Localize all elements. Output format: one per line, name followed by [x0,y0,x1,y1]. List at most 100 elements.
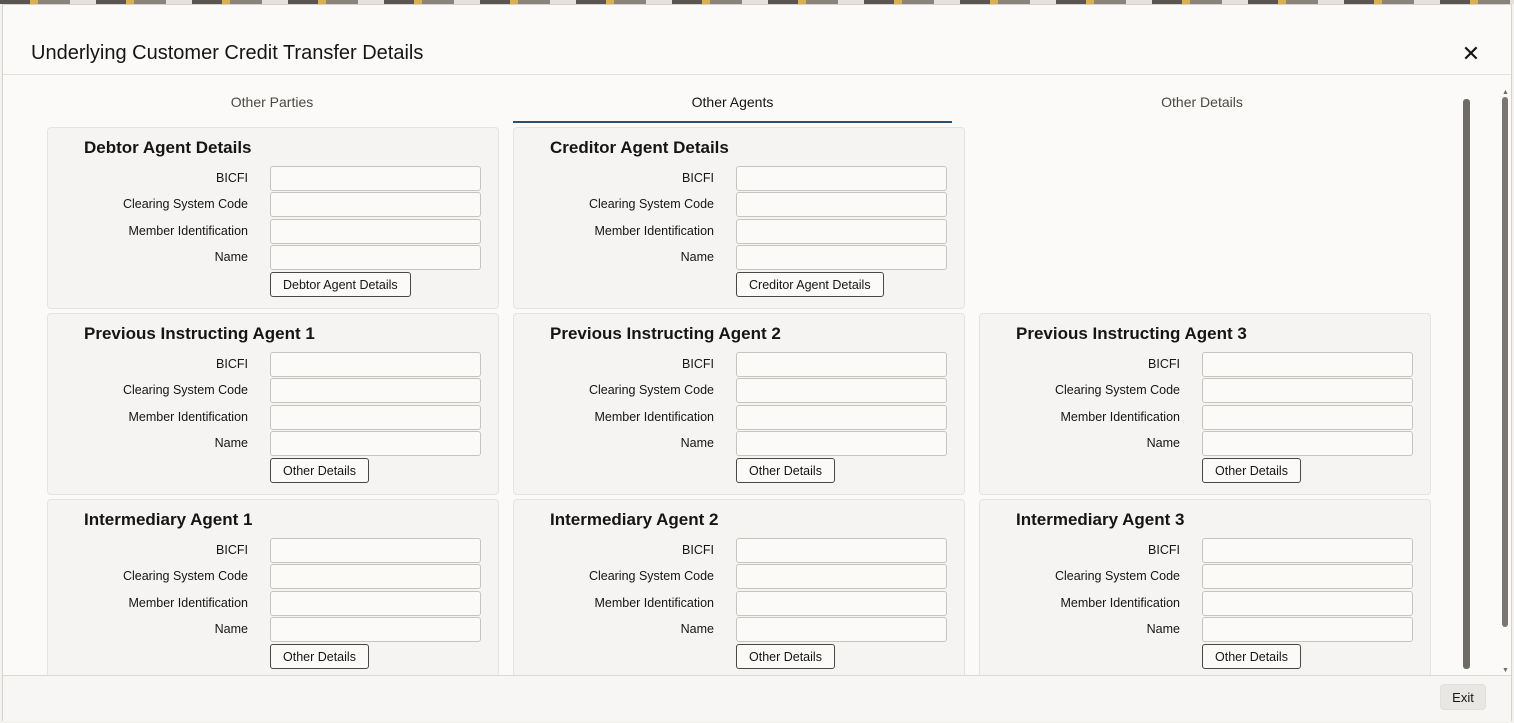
agents-content: Debtor Agent Details BICFI Clearing Syst… [3,127,1465,677]
clearing-system-code-label: Clearing System Code [588,383,714,397]
debtor-agent-details-button[interactable]: Debtor Agent Details [270,272,411,297]
member-identification-input[interactable] [736,591,947,616]
panel-title: Previous Instructing Agent 2 [550,324,781,343]
name-input[interactable] [1202,617,1413,642]
name-input[interactable] [270,245,481,270]
clearing-system-code-input[interactable] [736,564,947,589]
other-details-button[interactable]: Other Details [270,644,369,669]
other-details-button[interactable]: Other Details [736,644,835,669]
bicfi-input[interactable] [270,166,481,191]
close-icon[interactable]: ✕ [1458,41,1484,67]
intermediary-agent-3-panel: Intermediary Agent 3 BICFI Clearing Syst… [979,499,1431,677]
name-input[interactable] [736,617,947,642]
name-label: Name [680,622,714,636]
bicfi-input[interactable] [1202,352,1413,377]
member-identification-label: Member Identification [128,410,248,424]
bicfi-label: BICFI [216,357,248,371]
clearing-system-code-input[interactable] [270,192,481,217]
name-input[interactable] [270,617,481,642]
clearing-system-code-input[interactable] [736,192,947,217]
bicfi-input[interactable] [736,166,947,191]
intermediary-agent-1-panel: Intermediary Agent 1 BICFI Clearing Syst… [47,499,499,677]
name-label: Name [214,622,248,636]
bicfi-label: BICFI [682,543,714,557]
bicfi-label: BICFI [216,543,248,557]
dialog-footer: Exit [3,675,1511,722]
clearing-system-code-label: Clearing System Code [122,197,248,211]
member-identification-input[interactable] [270,219,481,244]
panel-title: Creditor Agent Details [550,138,729,157]
bicfi-label: BICFI [1148,543,1180,557]
name-label: Name [680,250,714,264]
credit-transfer-dialog: Underlying Customer Credit Transfer Deta… [2,4,1512,722]
bicfi-input[interactable] [736,538,947,563]
name-input[interactable] [1202,431,1413,456]
name-input[interactable] [270,431,481,456]
clearing-system-code-label: Clearing System Code [122,569,248,583]
member-identification-input[interactable] [1202,405,1413,430]
creditor-agent-details-button[interactable]: Creditor Agent Details [736,272,884,297]
member-identification-label: Member Identification [128,596,248,610]
bicfi-label: BICFI [682,171,714,185]
member-identification-input[interactable] [736,405,947,430]
tab-other-parties[interactable]: Other Parties [47,87,497,123]
member-identification-input[interactable] [1202,591,1413,616]
outer-scrollbar[interactable]: ▲ ▼ [1501,89,1511,679]
outer-scrollbar-thumb[interactable] [1502,97,1508,627]
member-identification-input[interactable] [270,405,481,430]
member-identification-label: Member Identification [1060,410,1180,424]
clearing-system-code-input[interactable] [1202,564,1413,589]
creditor-agent-panel: Creditor Agent Details BICFI Clearing Sy… [513,127,965,309]
panel-title: Debtor Agent Details [84,138,252,157]
panel-title: Previous Instructing Agent 3 [1016,324,1247,343]
clearing-system-code-input[interactable] [270,378,481,403]
bicfi-input[interactable] [736,352,947,377]
panel-title: Previous Instructing Agent 1 [84,324,315,343]
previous-instructing-agent-3-panel: Previous Instructing Agent 3 BICFI Clear… [979,313,1431,495]
exit-button[interactable]: Exit [1440,684,1486,710]
scroll-up-arrow-icon[interactable]: ▲ [1502,89,1509,96]
dialog-title: Underlying Customer Credit Transfer Deta… [31,42,424,64]
clearing-system-code-label: Clearing System Code [122,383,248,397]
bicfi-input[interactable] [270,538,481,563]
bicfi-input[interactable] [270,352,481,377]
clearing-system-code-label: Clearing System Code [588,569,714,583]
bicfi-label: BICFI [216,171,248,185]
tab-bar: Other Parties Other Agents Other Details [47,87,1437,123]
bicfi-input[interactable] [1202,538,1413,563]
tab-other-agents[interactable]: Other Agents [513,87,952,123]
name-label: Name [1146,436,1180,450]
other-details-button[interactable]: Other Details [270,458,369,483]
clearing-system-code-input[interactable] [1202,378,1413,403]
debtor-agent-panel: Debtor Agent Details BICFI Clearing Syst… [47,127,499,309]
name-label: Name [214,436,248,450]
name-input[interactable] [736,245,947,270]
panel-title: Intermediary Agent 1 [84,510,253,529]
other-details-button[interactable]: Other Details [1202,458,1301,483]
panel-title: Intermediary Agent 3 [1016,510,1185,529]
member-identification-label: Member Identification [128,224,248,238]
clearing-system-code-label: Clearing System Code [1054,569,1180,583]
inner-scrollbar-thumb[interactable] [1463,99,1470,669]
clearing-system-code-input[interactable] [270,564,481,589]
clearing-system-code-input[interactable] [736,378,947,403]
inner-scrollbar[interactable] [1462,93,1472,673]
scroll-down-arrow-icon[interactable]: ▼ [1502,667,1509,674]
panel-title: Intermediary Agent 2 [550,510,719,529]
name-input[interactable] [736,431,947,456]
clearing-system-code-label: Clearing System Code [1054,383,1180,397]
member-identification-input[interactable] [736,219,947,244]
previous-instructing-agent-1-panel: Previous Instructing Agent 1 BICFI Clear… [47,313,499,495]
member-identification-label: Member Identification [594,410,714,424]
other-details-button[interactable]: Other Details [1202,644,1301,669]
dialog-header: Underlying Customer Credit Transfer Deta… [3,5,1511,75]
intermediary-agent-2-panel: Intermediary Agent 2 BICFI Clearing Syst… [513,499,965,677]
clearing-system-code-label: Clearing System Code [588,197,714,211]
member-identification-input[interactable] [270,591,481,616]
member-identification-label: Member Identification [1060,596,1180,610]
previous-instructing-agent-2-panel: Previous Instructing Agent 2 BICFI Clear… [513,313,965,495]
tab-other-details[interactable]: Other Details [967,87,1437,123]
name-label: Name [1146,622,1180,636]
member-identification-label: Member Identification [594,596,714,610]
other-details-button[interactable]: Other Details [736,458,835,483]
